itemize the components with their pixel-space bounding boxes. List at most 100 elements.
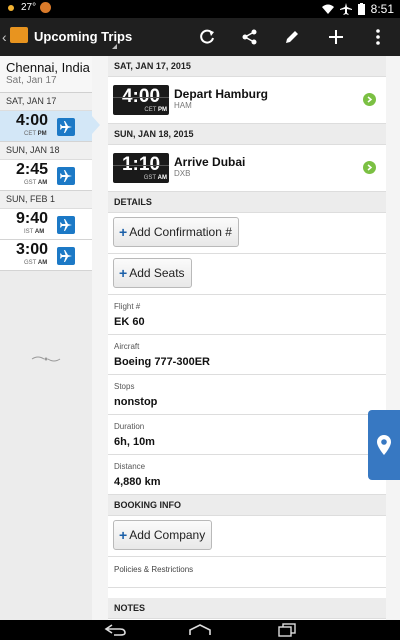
overflow-menu-icon bbox=[376, 29, 380, 45]
item-time: 2:45 bbox=[16, 161, 49, 178]
refresh-button[interactable] bbox=[193, 24, 221, 50]
itinerary-item[interactable]: 2:45 GST AM bbox=[0, 160, 92, 191]
notes-section-header: NOTES bbox=[108, 598, 386, 619]
itinerary-list-pane: Chennai, India Sat, Jan 17 SAT, JAN 17 4… bbox=[0, 56, 100, 620]
airport-code: DXB bbox=[174, 169, 191, 178]
recent-apps-icon bbox=[278, 623, 296, 637]
field-label: Stops bbox=[114, 382, 135, 391]
event-title: Arrive Dubai bbox=[174, 155, 246, 169]
aircraft-field[interactable]: Aircraft Boeing 777-300ER bbox=[108, 335, 386, 375]
battery-icon bbox=[357, 3, 365, 15]
add-company-row: + Add Company bbox=[108, 516, 386, 557]
home-button[interactable] bbox=[185, 622, 215, 638]
location-pin-icon bbox=[377, 435, 391, 455]
add-icon bbox=[329, 30, 343, 44]
list-date-header: SAT, JAN 17 bbox=[0, 93, 92, 111]
add-button[interactable] bbox=[322, 24, 350, 50]
up-navigation-icon[interactable]: ‹ bbox=[2, 29, 7, 45]
field-value: nonstop bbox=[114, 396, 158, 408]
airplane-icon bbox=[57, 247, 75, 265]
trip-header[interactable]: Chennai, India Sat, Jan 17 bbox=[0, 56, 92, 93]
add-company-button[interactable]: + Add Company bbox=[113, 520, 213, 550]
itinerary-item[interactable]: 9:40 IST AM bbox=[0, 209, 92, 240]
notification-icon bbox=[40, 2, 52, 13]
event-title: Depart Hamburg bbox=[174, 87, 269, 101]
plus-icon: + bbox=[119, 224, 128, 240]
go-arrow-icon[interactable] bbox=[363, 93, 376, 106]
app-logo-icon[interactable] bbox=[10, 27, 28, 43]
event-depart-row[interactable]: 4:00 CET PM Depart Hamburg HAM bbox=[108, 77, 386, 124]
flip-clock-divider bbox=[113, 165, 169, 166]
screen-title[interactable]: Upcoming Trips bbox=[34, 29, 132, 44]
go-arrow-icon[interactable] bbox=[363, 161, 376, 174]
section-spacer bbox=[108, 588, 386, 598]
event-date-header: SUN, JAN 18, 2015 bbox=[108, 124, 386, 145]
share-button[interactable] bbox=[236, 24, 264, 50]
status-bar-right: 8:51 bbox=[321, 2, 394, 16]
add-company-label: Add Company bbox=[129, 528, 206, 542]
itinerary-item[interactable]: 4:00 CET PM bbox=[0, 111, 100, 142]
add-confirmation-row: + Add Confirmation # bbox=[108, 213, 386, 254]
edit-icon bbox=[286, 31, 298, 43]
item-timezone: CET PM bbox=[24, 131, 47, 137]
home-icon bbox=[189, 624, 211, 635]
add-confirmation-button[interactable]: + Add Confirmation # bbox=[113, 217, 239, 247]
item-time: 4:00 bbox=[16, 112, 49, 129]
status-bar: 27° 8:51 bbox=[0, 0, 400, 18]
item-time: 9:40 bbox=[16, 210, 49, 227]
map-button[interactable] bbox=[368, 410, 400, 480]
list-end-ornament-icon bbox=[31, 356, 61, 362]
stops-field[interactable]: Stops nonstop bbox=[108, 375, 386, 415]
policies-row[interactable]: Policies & Restrictions bbox=[108, 557, 386, 588]
clock-time: 8:51 bbox=[370, 2, 394, 16]
airport-code: HAM bbox=[174, 101, 192, 110]
itinerary-item[interactable]: 3:00 GST AM bbox=[0, 240, 92, 271]
flight-number-field[interactable]: Flight # EK 60 bbox=[108, 295, 386, 335]
item-time: 3:00 bbox=[16, 241, 49, 258]
details-section-header: DETAILS bbox=[108, 192, 386, 213]
distance-field[interactable]: Distance 4,880 km bbox=[108, 455, 386, 495]
field-label: Aircraft bbox=[114, 342, 140, 351]
add-seats-button[interactable]: + Add Seats bbox=[113, 258, 192, 288]
flip-clock: 4:00 CET PM bbox=[113, 85, 169, 115]
flip-clock-divider bbox=[113, 97, 169, 98]
status-bar-left: 27° bbox=[5, 2, 52, 13]
field-label: Distance bbox=[114, 462, 146, 471]
item-timezone: GST AM bbox=[24, 260, 48, 266]
temperature-label: 27° bbox=[21, 2, 37, 13]
weather-icon bbox=[8, 4, 14, 11]
edit-button[interactable] bbox=[278, 24, 306, 50]
recent-apps-button[interactable] bbox=[272, 622, 302, 638]
policies-link: Policies & Restrictions bbox=[114, 565, 194, 574]
duration-field[interactable]: Duration 6h, 10m bbox=[108, 415, 386, 455]
selection-pointer bbox=[92, 116, 100, 134]
field-label: Duration bbox=[114, 422, 145, 431]
booking-info-section-header: BOOKING INFO bbox=[108, 495, 386, 516]
list-date-header: SUN, FEB 1 bbox=[0, 191, 92, 209]
event-arrive-row[interactable]: 1:10 GST AM Arrive Dubai DXB bbox=[108, 145, 386, 192]
field-value: EK 60 bbox=[114, 316, 145, 328]
add-seats-label: Add Seats bbox=[129, 266, 185, 280]
airplane-icon bbox=[57, 216, 75, 234]
airplane-icon bbox=[57, 167, 75, 185]
field-value: 4,880 km bbox=[114, 476, 161, 488]
share-icon bbox=[242, 29, 257, 45]
field-label: Flight # bbox=[114, 302, 141, 311]
plus-icon: + bbox=[119, 527, 128, 543]
overflow-menu-button[interactable] bbox=[364, 24, 392, 50]
event-date-header: SAT, JAN 17, 2015 bbox=[108, 56, 386, 77]
system-navigation-bar bbox=[0, 620, 400, 640]
field-value: Boeing 777-300ER bbox=[114, 356, 210, 368]
wifi-icon bbox=[321, 4, 334, 14]
spinner-caret-icon[interactable] bbox=[112, 44, 117, 49]
trip-start-date: Sat, Jan 17 bbox=[6, 75, 57, 86]
item-timezone: GST AM bbox=[24, 180, 48, 186]
back-icon bbox=[104, 624, 126, 636]
flip-clock: 1:10 GST AM bbox=[113, 153, 169, 183]
trip-destination: Chennai, India bbox=[6, 60, 90, 75]
plus-icon: + bbox=[119, 265, 128, 281]
airplane-mode-icon bbox=[339, 3, 352, 15]
back-button[interactable] bbox=[100, 622, 130, 638]
item-timezone: IST AM bbox=[24, 229, 45, 235]
event-timezone: CET PM bbox=[144, 107, 167, 113]
